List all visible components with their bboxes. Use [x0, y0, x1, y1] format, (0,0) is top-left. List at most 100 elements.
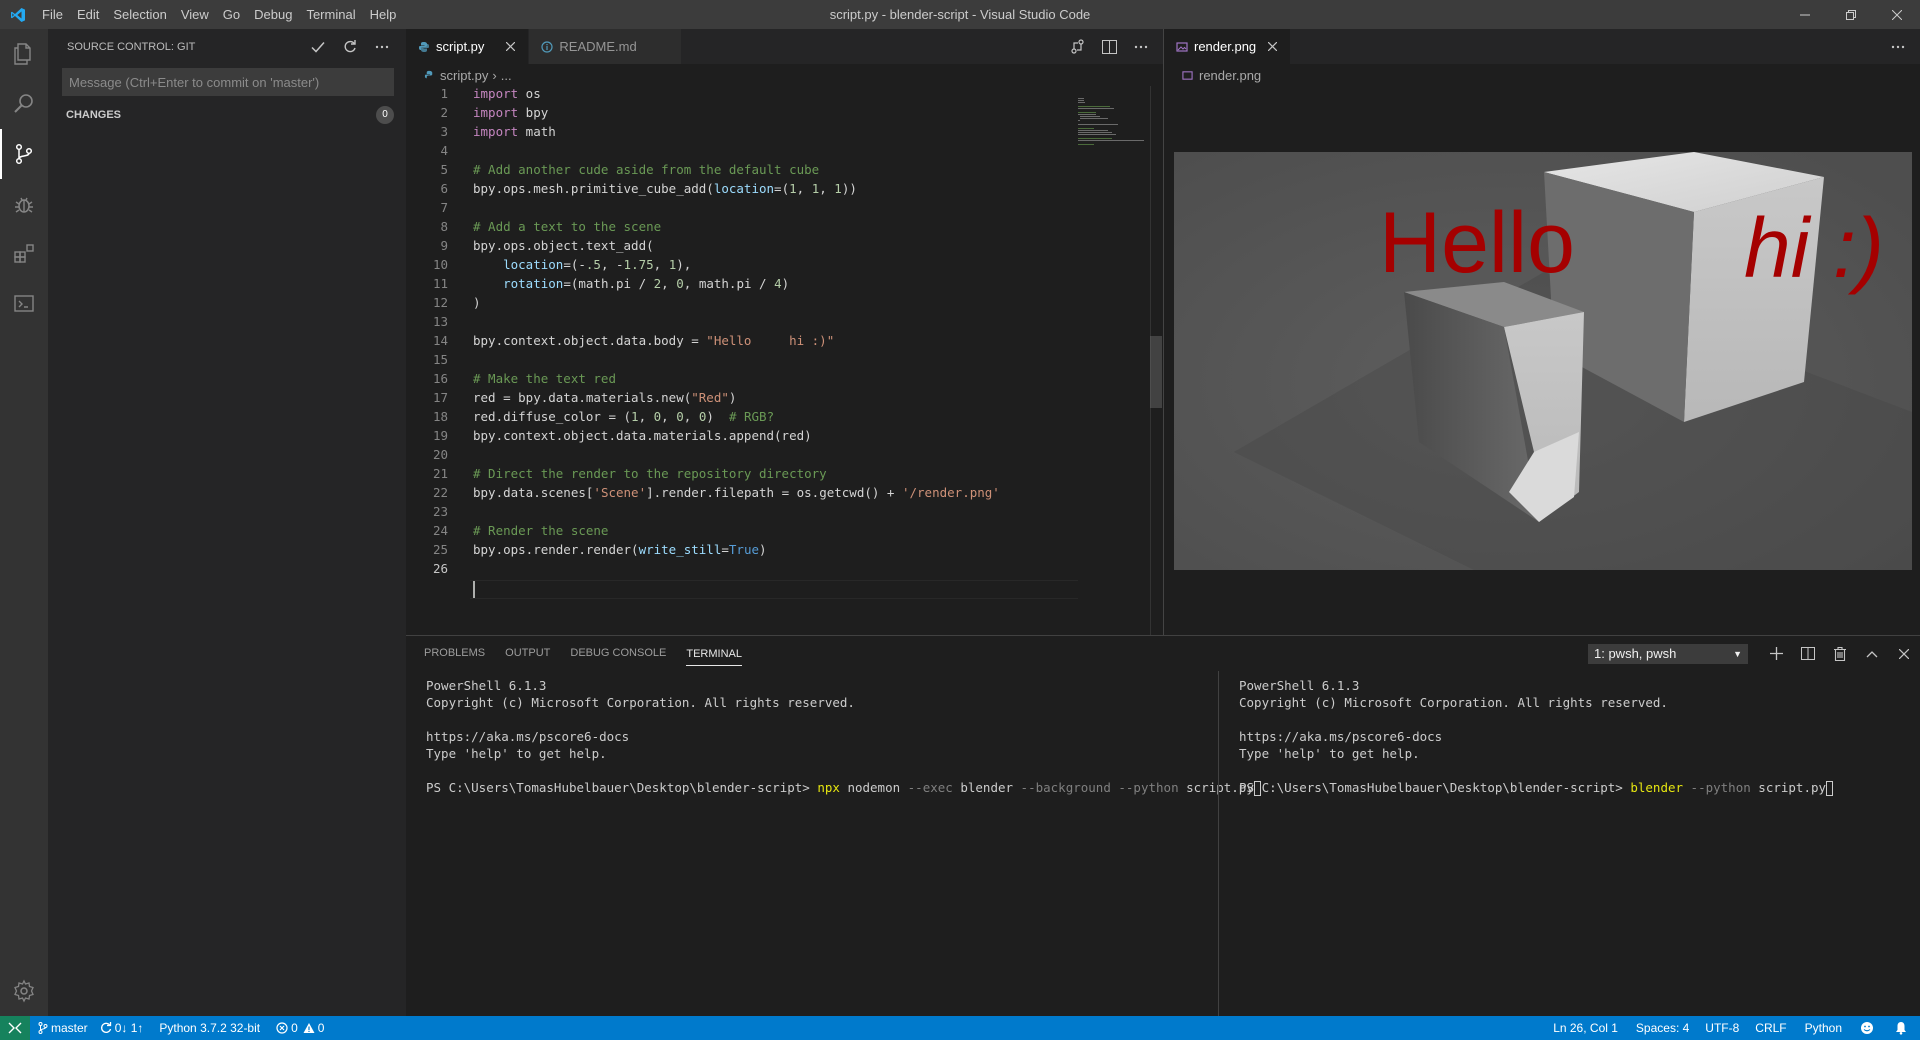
python-file-icon [424, 70, 435, 81]
code-editor[interactable]: 1 import os 2 import bpy 3 import math 4 5 #… [406, 86, 1163, 635]
branch-status[interactable]: master [30, 1016, 94, 1040]
chevron-up-icon [1866, 650, 1878, 657]
render-text-hello: Hello [1379, 195, 1575, 291]
close-icon [1892, 9, 1902, 20]
split-editor-button[interactable] [1093, 29, 1125, 64]
editor-more-button[interactable] [1125, 29, 1157, 64]
python-file-icon [418, 41, 430, 53]
remote-explorer-activity[interactable] [0, 279, 48, 329]
split-editor-icon [1101, 39, 1117, 54]
python-interpreter-status[interactable]: Python 3.7.2 32-bit [149, 1016, 266, 1040]
check-icon [311, 41, 325, 53]
ellipsis-icon [1134, 45, 1148, 48]
menu-debug[interactable]: Debug [247, 0, 299, 29]
encoding-status[interactable]: UTF-8 [1697, 1016, 1747, 1040]
minimize-button[interactable] [1782, 0, 1828, 29]
tab-script-py[interactable]: script.py [406, 29, 530, 64]
close-window-button[interactable] [1874, 0, 1920, 29]
maximize-panel-button[interactable] [1856, 636, 1888, 671]
sync-status[interactable]: 0↓ 1↑ [94, 1016, 150, 1040]
feedback-button[interactable] [1852, 1016, 1885, 1040]
smiley-icon [1861, 1022, 1873, 1034]
tab-render-png[interactable]: render.png [1164, 29, 1292, 64]
indentation-status[interactable]: Spaces: 4 [1628, 1016, 1697, 1040]
close-tab-icon[interactable] [1264, 42, 1280, 51]
close-panel-button[interactable] [1888, 636, 1920, 671]
restore-button[interactable] [1828, 0, 1874, 29]
editor-scrollbar-thumb[interactable] [1150, 336, 1162, 408]
menu-help[interactable]: Help [363, 0, 404, 29]
compare-icon [1070, 39, 1084, 54]
eol-status[interactable]: CRLF [1747, 1016, 1794, 1040]
menu-go[interactable]: Go [216, 0, 247, 29]
breadcrumb-symbols[interactable]: ... [501, 68, 512, 83]
terminal-line: Type 'help' to get help. [426, 746, 607, 761]
sync-icon [100, 1022, 111, 1033]
search-activity[interactable] [0, 79, 48, 129]
tab-problems[interactable]: PROBLEMS [424, 636, 485, 671]
terminal-left[interactable]: PowerShell 6.1.3 Copyright (c) Microsoft… [406, 671, 1261, 1017]
menu-file[interactable]: File [35, 0, 70, 29]
tab-terminal[interactable]: TERMINAL [686, 642, 742, 666]
extensions-icon [14, 244, 34, 263]
image-file-icon [1182, 70, 1193, 81]
remote-indicator[interactable] [0, 1016, 30, 1040]
extensions-activity[interactable] [0, 229, 48, 279]
editor-group-image: render.png render.png Hello hi:) [1163, 29, 1920, 635]
tab-label: README.md [559, 39, 637, 54]
debug-activity[interactable] [0, 179, 48, 229]
terminal-line: https://aka.ms/pscore6-docs [1239, 729, 1443, 744]
explorer-activity[interactable] [0, 29, 48, 79]
commit-button[interactable] [302, 36, 334, 58]
debug-icon [15, 197, 33, 213]
breadcrumb-file[interactable]: script.py [440, 68, 488, 83]
restore-icon [1846, 9, 1856, 20]
terminal-select[interactable]: 1: pwsh, pwsh ▼ [1588, 643, 1748, 664]
render-preview-image: Hello hi :) [1174, 152, 1912, 570]
menu-edit[interactable]: Edit [70, 0, 106, 29]
manage-activity[interactable] [0, 966, 48, 1016]
new-terminal-button[interactable] [1760, 636, 1792, 671]
tab-debug-console[interactable]: DEBUG CONSOLE [570, 636, 666, 671]
info-icon [541, 40, 554, 53]
minimap[interactable] [1070, 86, 1150, 146]
refresh-button[interactable] [334, 36, 366, 58]
more-actions-button[interactable] [366, 36, 398, 58]
terminal-line: https://aka.ms/pscore6-docs [426, 729, 630, 744]
tab-bar: script.py README.md [406, 29, 1163, 64]
problems-status[interactable]: 0 0 [266, 1016, 330, 1040]
terminal-cursor [1826, 781, 1834, 796]
source-control-activity[interactable] [0, 129, 48, 179]
minimize-icon [1800, 14, 1810, 15]
breadcrumb: script.py › ... [406, 64, 1163, 86]
breadcrumb-file[interactable]: render.png [1199, 68, 1261, 83]
ellipsis-icon [375, 45, 389, 48]
chevron-right-icon: › [492, 67, 497, 83]
notifications-button[interactable] [1885, 1016, 1920, 1040]
terminal-right[interactable]: PowerShell 6.1.3 Copyright (c) Microsoft… [1218, 671, 1920, 1017]
source-control-sidebar: SOURCE CONTROL: GIT CHANGES 0 [48, 29, 406, 1016]
split-terminal-icon [1801, 647, 1815, 660]
editor-more-button[interactable] [1882, 29, 1914, 64]
menu-terminal[interactable]: Terminal [299, 0, 362, 29]
tab-bar: render.png [1164, 29, 1920, 64]
commit-message-input[interactable] [62, 68, 394, 96]
sidebar-title: SOURCE CONTROL: GIT [67, 40, 196, 53]
menu-view[interactable]: View [174, 0, 216, 29]
cursor-position-status[interactable]: Ln 26, Col 1 [1543, 1016, 1628, 1040]
split-terminal-button[interactable] [1792, 636, 1824, 671]
changes-section[interactable]: CHANGES 0 [48, 104, 406, 126]
menu-bar: File Edit Selection View Go Debug Termin… [35, 0, 403, 29]
source-control-icon [15, 143, 33, 165]
tab-readme-md[interactable]: README.md [529, 29, 682, 64]
kill-terminal-button[interactable] [1824, 636, 1856, 671]
status-bar: master 0↓ 1↑ Python 3.7.2 32-bit 0 0 Ln … [0, 1016, 1920, 1040]
menu-selection[interactable]: Selection [106, 0, 173, 29]
open-changes-button[interactable] [1061, 29, 1093, 64]
close-tab-icon[interactable] [502, 42, 518, 51]
tab-output[interactable]: OUTPUT [505, 636, 550, 671]
language-mode-status[interactable]: Python [1795, 1016, 1852, 1040]
breadcrumb: render.png [1164, 64, 1920, 86]
